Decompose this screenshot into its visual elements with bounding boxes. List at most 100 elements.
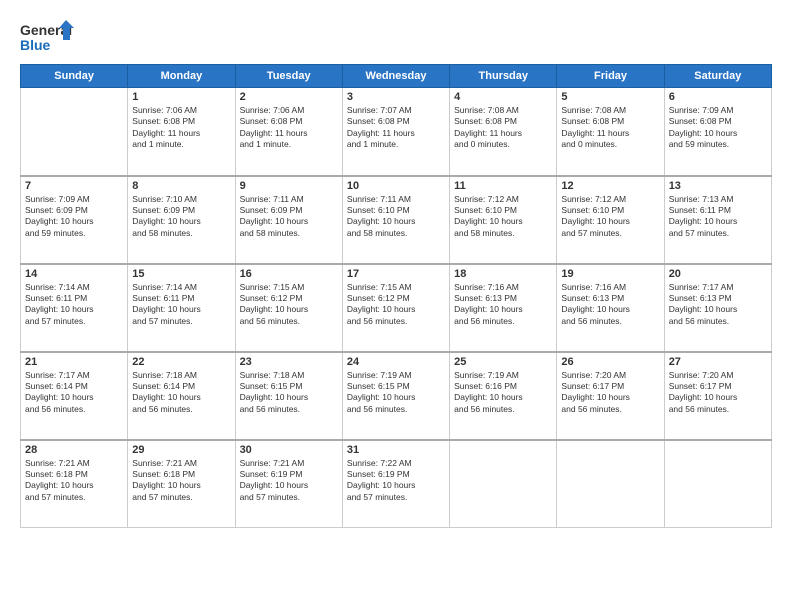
day-number: 26 <box>561 356 659 368</box>
day-number: 10 <box>347 180 445 192</box>
calendar-cell: 31Sunrise: 7:22 AM Sunset: 6:19 PM Dayli… <box>342 440 449 528</box>
day-number: 30 <box>240 444 338 456</box>
calendar-cell: 18Sunrise: 7:16 AM Sunset: 6:13 PM Dayli… <box>450 264 557 352</box>
day-info: Sunrise: 7:08 AM Sunset: 6:08 PM Dayligh… <box>454 105 552 151</box>
calendar-cell: 22 Sunrise: 7:18 AM Sunset: 6:14 PM Dayli… <box>128 352 235 440</box>
day-number: 9 <box>240 180 338 192</box>
day-info: Sunrise: 7:20 AM Sunset: 6:17 PM Dayligh… <box>561 370 659 416</box>
day-info: Sunrise: 7:06 AM Sunset: 6:08 PM Dayligh… <box>240 105 338 151</box>
calendar-cell: 30 Sunrise: 7:21 AM Sunset: 6:19 PM Dayli… <box>235 440 342 528</box>
day-info: Sunrise: 7:16 AM Sunset: 6:13 PM Dayligh… <box>454 282 552 328</box>
day-info: Sunrise: 7:10 AM Sunset: 6:09 PM Dayligh… <box>132 194 230 240</box>
day-info: Sunrise: 7:19 AM Sunset: 6:16 PM Dayligh… <box>454 370 552 416</box>
day-info: Sunrise: 7:17 AM Sunset: 6:13 PM Dayligh… <box>669 282 767 328</box>
day-number: 7 <box>25 180 123 192</box>
day-number: 22 <box>132 356 230 368</box>
day-number: 14 <box>25 268 123 280</box>
calendar-cell <box>557 440 664 528</box>
day-info: Sunrise: 7:20 AM Sunset: 6:17 PM Dayligh… <box>669 370 767 416</box>
calendar-cell: 25 Sunrise: 7:19 AM Sunset: 6:16 PM Dayli… <box>450 352 557 440</box>
calendar-cell: 4 Sunrise: 7:08 AM Sunset: 6:08 PM Daylig… <box>450 88 557 176</box>
day-info: Sunrise: 7:16 AM Sunset: 6:13 PM Dayligh… <box>561 282 659 328</box>
calendar-cell: 17 Sunrise: 7:15 AM Sunset: 6:12 PM Dayli… <box>342 264 449 352</box>
day-number: 11 <box>454 180 552 192</box>
day-info: Sunrise: 7:07 AM Sunset: 6:08 PM Dayligh… <box>347 105 445 151</box>
day-info: Sunrise: 7:06 AM Sunset: 6:08 PM Dayligh… <box>132 105 230 151</box>
calendar-cell: 11Sunrise: 7:12 AM Sunset: 6:10 PM Dayli… <box>450 176 557 264</box>
day-info: Sunrise: 7:08 AM Sunset: 6:08 PM Dayligh… <box>561 105 659 151</box>
day-info: Sunrise: 7:13 AM Sunset: 6:11 PM Dayligh… <box>669 194 767 240</box>
calendar-cell <box>21 88 128 176</box>
calendar-cell: 28Sunrise: 7:21 AM Sunset: 6:18 PM Dayli… <box>21 440 128 528</box>
day-info: Sunrise: 7:18 AM Sunset: 6:15 PM Dayligh… <box>240 370 338 416</box>
calendar-cell: 9 Sunrise: 7:11 AM Sunset: 6:09 PM Daylig… <box>235 176 342 264</box>
day-number: 17 <box>347 268 445 280</box>
day-number: 21 <box>25 356 123 368</box>
day-number: 2 <box>240 91 338 103</box>
calendar-cell: 19 Sunrise: 7:16 AM Sunset: 6:13 PM Dayli… <box>557 264 664 352</box>
logo: General Blue <box>20 18 75 56</box>
day-info: Sunrise: 7:15 AM Sunset: 6:12 PM Dayligh… <box>347 282 445 328</box>
calendar-cell: 26 Sunrise: 7:20 AM Sunset: 6:17 PM Dayli… <box>557 352 664 440</box>
calendar-cell: 5 Sunrise: 7:08 AM Sunset: 6:08 PM Daylig… <box>557 88 664 176</box>
calendar-cell: 23 Sunrise: 7:18 AM Sunset: 6:15 PM Dayli… <box>235 352 342 440</box>
calendar-cell: 27Sunrise: 7:20 AM Sunset: 6:17 PM Dayli… <box>664 352 771 440</box>
day-info: Sunrise: 7:09 AM Sunset: 6:08 PM Dayligh… <box>669 105 767 151</box>
header: General Blue <box>20 18 772 56</box>
day-number: 24 <box>347 356 445 368</box>
day-info: Sunrise: 7:14 AM Sunset: 6:11 PM Dayligh… <box>25 282 123 328</box>
day-header-friday: Friday <box>557 65 664 88</box>
svg-text:Blue: Blue <box>20 37 51 53</box>
day-info: Sunrise: 7:12 AM Sunset: 6:10 PM Dayligh… <box>561 194 659 240</box>
day-number: 29 <box>132 444 230 456</box>
day-number: 15 <box>132 268 230 280</box>
day-number: 13 <box>669 180 767 192</box>
calendar-cell: 10 Sunrise: 7:11 AM Sunset: 6:10 PM Dayli… <box>342 176 449 264</box>
day-header-wednesday: Wednesday <box>342 65 449 88</box>
calendar-cell: 15 Sunrise: 7:14 AM Sunset: 6:11 PM Dayli… <box>128 264 235 352</box>
calendar-cell: 13 Sunrise: 7:13 AM Sunset: 6:11 PM Dayli… <box>664 176 771 264</box>
day-info: Sunrise: 7:09 AM Sunset: 6:09 PM Dayligh… <box>25 194 123 240</box>
calendar-cell: 3 Sunrise: 7:07 AM Sunset: 6:08 PM Daylig… <box>342 88 449 176</box>
day-number: 4 <box>454 91 552 103</box>
day-number: 6 <box>669 91 767 103</box>
day-info: Sunrise: 7:21 AM Sunset: 6:19 PM Dayligh… <box>240 458 338 504</box>
day-info: Sunrise: 7:17 AM Sunset: 6:14 PM Dayligh… <box>25 370 123 416</box>
day-info: Sunrise: 7:15 AM Sunset: 6:12 PM Dayligh… <box>240 282 338 328</box>
day-number: 19 <box>561 268 659 280</box>
calendar-cell: 21 Sunrise: 7:17 AM Sunset: 6:14 PM Dayli… <box>21 352 128 440</box>
day-info: Sunrise: 7:19 AM Sunset: 6:15 PM Dayligh… <box>347 370 445 416</box>
calendar-cell: 29 Sunrise: 7:21 AM Sunset: 6:18 PM Dayli… <box>128 440 235 528</box>
calendar-cell <box>450 440 557 528</box>
calendar-cell: 6 Sunrise: 7:09 AM Sunset: 6:08 PM Daylig… <box>664 88 771 176</box>
day-info: Sunrise: 7:14 AM Sunset: 6:11 PM Dayligh… <box>132 282 230 328</box>
day-info: Sunrise: 7:18 AM Sunset: 6:14 PM Dayligh… <box>132 370 230 416</box>
calendar-cell <box>664 440 771 528</box>
day-number: 16 <box>240 268 338 280</box>
day-info: Sunrise: 7:11 AM Sunset: 6:09 PM Dayligh… <box>240 194 338 240</box>
calendar-cell: 16 Sunrise: 7:15 AM Sunset: 6:12 PM Dayli… <box>235 264 342 352</box>
day-number: 25 <box>454 356 552 368</box>
day-info: Sunrise: 7:11 AM Sunset: 6:10 PM Dayligh… <box>347 194 445 240</box>
day-info: Sunrise: 7:22 AM Sunset: 6:19 PM Dayligh… <box>347 458 445 504</box>
day-info: Sunrise: 7:21 AM Sunset: 6:18 PM Dayligh… <box>25 458 123 504</box>
calendar-cell: 7 Sunrise: 7:09 AM Sunset: 6:09 PM Daylig… <box>21 176 128 264</box>
day-header-monday: Monday <box>128 65 235 88</box>
calendar-cell: 12 Sunrise: 7:12 AM Sunset: 6:10 PM Dayli… <box>557 176 664 264</box>
day-number: 20 <box>669 268 767 280</box>
day-info: Sunrise: 7:21 AM Sunset: 6:18 PM Dayligh… <box>132 458 230 504</box>
day-number: 5 <box>561 91 659 103</box>
calendar-cell: 20 Sunrise: 7:17 AM Sunset: 6:13 PM Dayli… <box>664 264 771 352</box>
day-number: 3 <box>347 91 445 103</box>
day-header-saturday: Saturday <box>664 65 771 88</box>
calendar-cell: 8Sunrise: 7:10 AM Sunset: 6:09 PM Daylig… <box>128 176 235 264</box>
day-number: 12 <box>561 180 659 192</box>
day-number: 1 <box>132 91 230 103</box>
day-header-tuesday: Tuesday <box>235 65 342 88</box>
calendar-cell: 1 Sunrise: 7:06 AM Sunset: 6:08 PM Daylig… <box>128 88 235 176</box>
calendar: SundayMondayTuesdayWednesdayThursdayFrid… <box>20 64 772 528</box>
day-number: 23 <box>240 356 338 368</box>
day-header-thursday: Thursday <box>450 65 557 88</box>
logo-svg: General Blue <box>20 18 75 56</box>
calendar-cell: 24 Sunrise: 7:19 AM Sunset: 6:15 PM Dayli… <box>342 352 449 440</box>
